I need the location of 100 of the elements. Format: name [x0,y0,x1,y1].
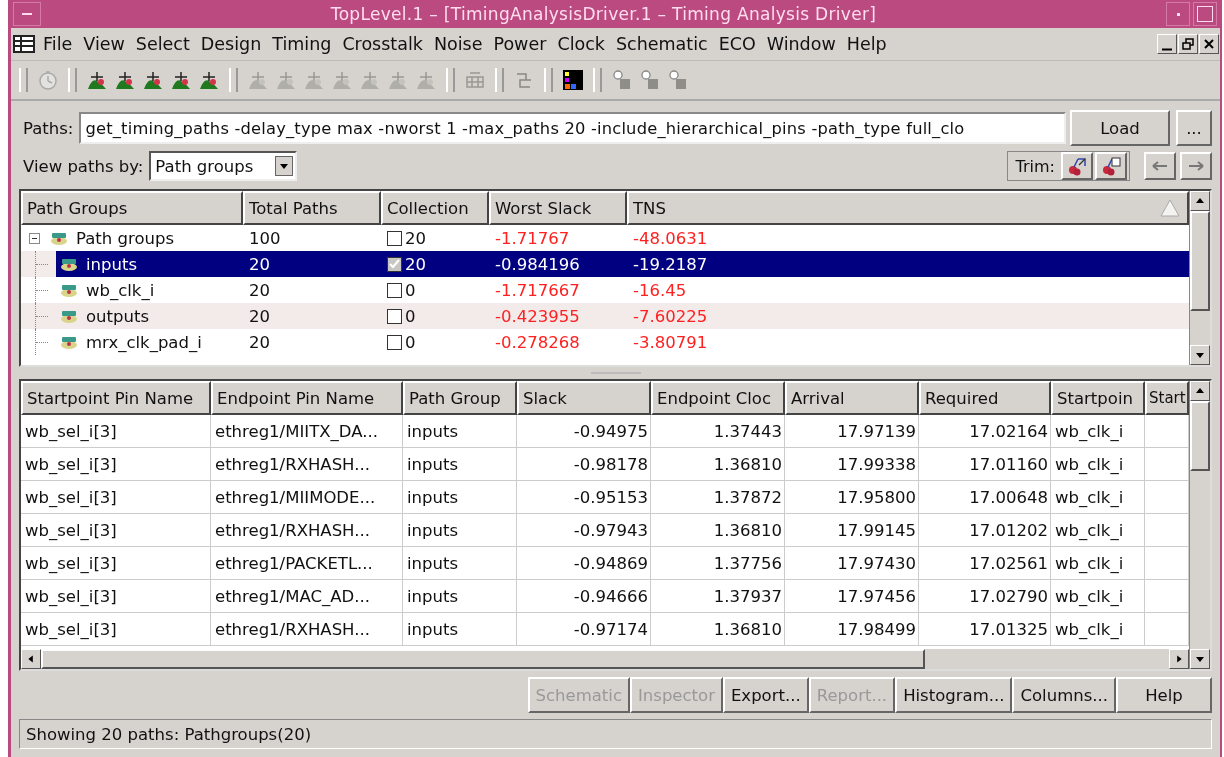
window-title: TopLevel.1 – [TimingAnalysisDriver.1 – Timing Analysis Driver] [329,4,878,24]
menu-item[interactable]: ECO [716,34,765,54]
back-button[interactable] [1144,152,1176,181]
toolbar-grip[interactable] [19,68,28,92]
group-name[interactable]: outputs [86,306,150,326]
toolbar-grip[interactable] [495,68,504,92]
checkbox[interactable] [387,308,402,324]
toolbar-grip[interactable] [68,68,77,92]
column-header[interactable]: Slack [517,381,651,415]
menu-item[interactable]: Window [764,34,845,54]
status-text: Showing 20 paths: Pathgroups(20) [26,724,312,744]
restore-icon [1181,37,1195,51]
menu-item[interactable]: Noise [431,34,492,54]
menu-item[interactable]: Select [133,34,199,54]
group-name[interactable]: mrx_clk_pad_i [86,332,202,352]
action-button[interactable]: Columns... [1012,677,1116,713]
table-cell: -0.97943 [517,514,651,547]
vertical-scrollbar[interactable] [1189,381,1210,669]
table-cell: 17.02164 [919,415,1051,448]
menu-item[interactable]: File [41,34,82,54]
checkbox[interactable] [387,282,402,298]
hill-icon[interactable] [198,69,220,91]
toolbar-grip[interactable] [446,68,455,92]
menu-item[interactable]: Crosstalk [340,34,432,54]
column-header[interactable]: Collection [381,191,489,225]
paths-field[interactable]: get_timing_paths -delay_type max -nworst 1 -max_paths 20 -include_hierarchical_pins -path_type full_clo [79,112,1066,145]
column-header[interactable]: Start [1145,381,1189,415]
hill-icon[interactable] [86,69,108,91]
restore-button[interactable] [1178,34,1198,54]
column-header[interactable]: Path Groups [21,191,243,225]
browse-button[interactable]: ... [1176,110,1212,147]
column-header[interactable]: Path Group [403,381,517,415]
horizontal-scrollbar[interactable] [21,649,1189,669]
table-cell: wb_sel_i[3] [21,613,211,646]
column-header[interactable]: Arrival [785,381,919,415]
table-cell: -0.98178 [517,448,651,481]
toolbar-grip[interactable] [593,68,602,92]
checkbox[interactable] [387,256,402,272]
hill-icon[interactable] [142,69,164,91]
column-header[interactable]: Worst Slack [489,191,627,225]
table-cell: inputs [403,547,517,580]
toolbar-grip[interactable] [544,68,553,92]
column-header[interactable]: Endpoint Cloc [651,381,785,415]
action-button[interactable]: Histogram... [895,677,1013,713]
table-cell: 17.01202 [919,514,1051,547]
forward-button[interactable] [1180,152,1212,181]
trim-button[interactable] [1095,152,1127,181]
menu-item[interactable]: Design [198,34,271,54]
table-cell: 17.97430 [785,547,919,580]
table-cell: -0.97174 [517,613,651,646]
system-menu-button[interactable] [13,2,41,26]
column-header[interactable]: Startpoin [1051,381,1145,415]
group-icon [50,231,68,245]
table-cell: 20 [249,306,270,326]
scrollbar-thumb[interactable] [41,649,925,669]
trim-button[interactable] [1061,152,1093,181]
vertical-scrollbar[interactable] [1189,191,1210,365]
checkbox[interactable] [387,230,402,246]
group-name[interactable]: Path groups [76,228,174,248]
table-cell: 17.02790 [919,580,1051,613]
column-header[interactable]: TNS [627,191,1189,225]
menu-item[interactable]: Power [491,34,556,54]
menu-icon[interactable] [13,35,35,53]
column-header[interactable]: Required [919,381,1051,415]
table-cell: 17.00648 [919,481,1051,514]
checkbox[interactable] [387,334,402,350]
menu-item[interactable]: Timing [270,34,341,54]
hill-icon[interactable] [114,69,136,91]
table-cell: wb_clk_i [1051,547,1145,580]
menu-item[interactable]: View [81,34,134,54]
maximize-button[interactable] [1193,2,1217,26]
close-icon [1202,37,1216,51]
table-cell: ethreg1/PACKETL... [211,547,403,580]
group-name[interactable]: wb_clk_i [86,280,155,300]
column-header[interactable]: Startpoint Pin Name [21,381,211,415]
table-cell: -0.423955 [495,306,580,326]
table-cell: -1.71767 [495,228,570,248]
left-arrow-icon [1151,159,1169,174]
cherry-icon [1100,155,1122,178]
collapse-icon[interactable] [29,232,40,244]
view-paths-dropdown[interactable]: Path groups [149,151,298,182]
table-cell: wb_sel_i[3] [21,415,211,448]
close-button[interactable] [1199,34,1219,54]
scrollbar-thumb[interactable] [1190,401,1210,471]
menu-item[interactable]: Help [844,34,896,54]
scrollbar-thumb[interactable] [1190,211,1210,311]
menu-item[interactable]: Clock [555,34,614,54]
color-map-icon[interactable] [562,69,584,91]
load-button[interactable]: Load [1070,110,1170,147]
hill-icon[interactable] [170,69,192,91]
column-header[interactable]: Endpoint Pin Name [211,381,403,415]
table-cell: ethreg1/MIIMODE... [211,481,403,514]
table-cell: 1.36810 [651,613,785,646]
action-button[interactable]: Help [1116,677,1212,713]
action-button[interactable]: Export... [722,677,809,713]
toolbar-grip[interactable] [229,68,238,92]
table-cell: wb_clk_i [1051,415,1145,448]
menu-item[interactable]: Schematic [613,34,717,54]
table-cell: 17.99338 [785,448,919,481]
column-header[interactable]: Total Paths [243,191,381,225]
